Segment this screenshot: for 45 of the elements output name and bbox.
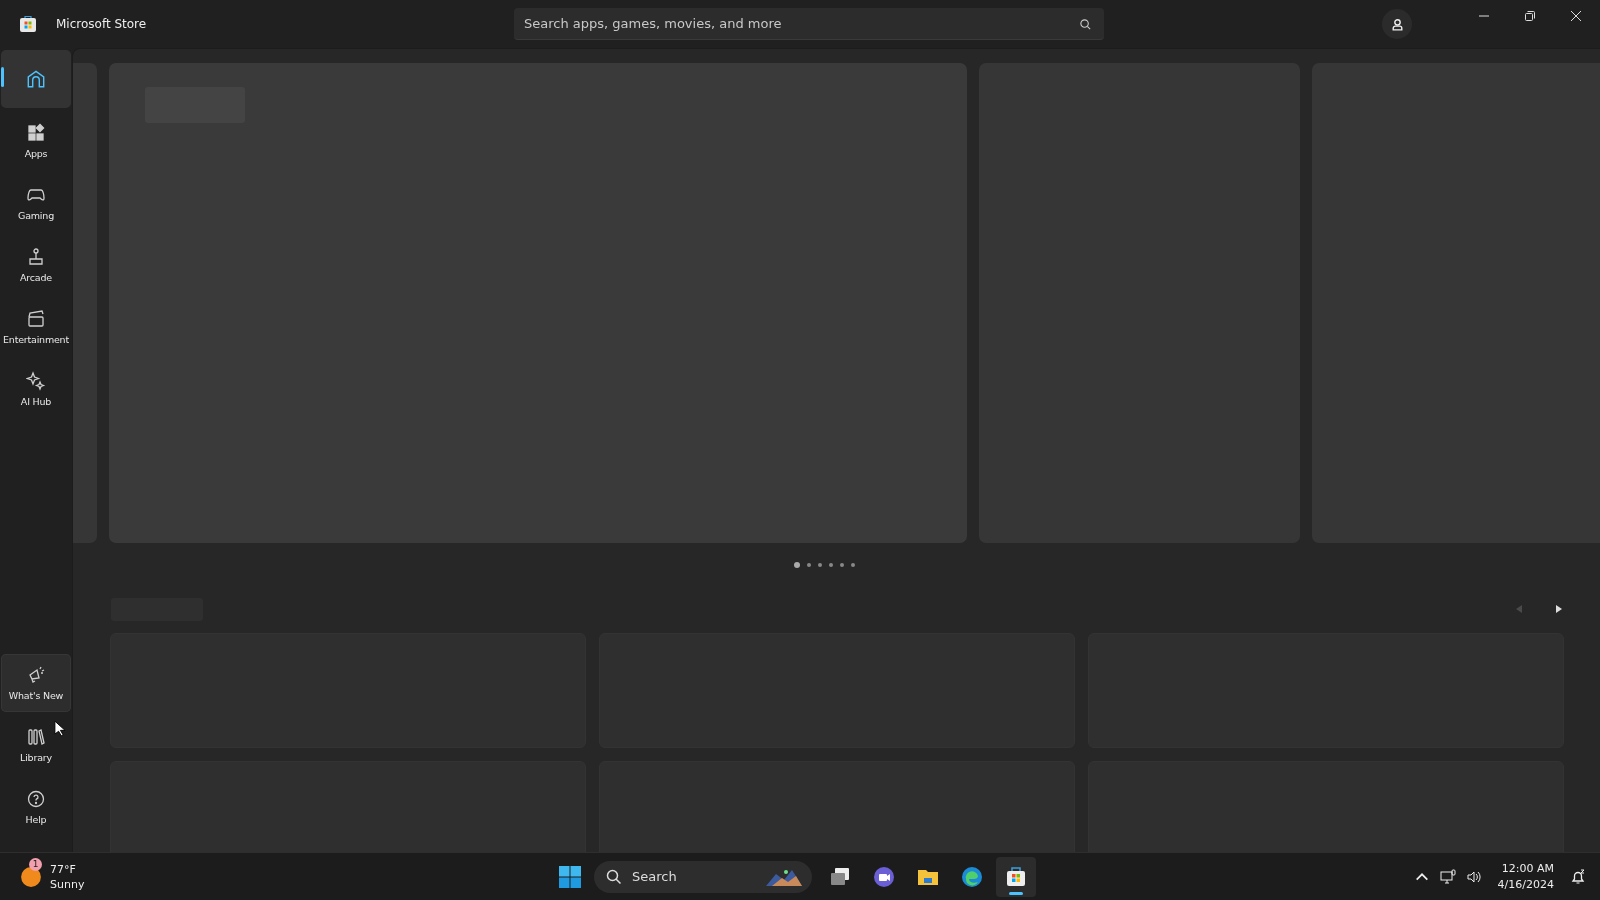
windows-logo-icon	[558, 864, 582, 889]
carousel-dot[interactable]	[794, 562, 800, 568]
nav-item[interactable]: Apps	[1, 112, 71, 170]
carousel-dot[interactable]	[807, 563, 811, 567]
account-button[interactable]	[1382, 9, 1412, 39]
search-field[interactable]: Search apps, games, movies, and more	[514, 8, 1104, 40]
window-title: Microsoft Store	[56, 17, 147, 31]
clock[interactable]: 12:00 AM 4/16/2024	[1497, 860, 1554, 893]
temperature: 77°F	[50, 861, 77, 877]
taskbar-search[interactable]: Search	[594, 860, 812, 893]
nav-item[interactable]: AI Hub	[1, 360, 71, 418]
nav-item[interactable]: Arcade	[1, 236, 71, 294]
carousel-dot[interactable]	[851, 563, 855, 567]
apps-grid-icon	[26, 123, 46, 143]
search-icon[interactable]	[1079, 18, 1092, 31]
nav-item[interactable]: Library	[1, 716, 71, 774]
nav-item[interactable]: Help	[1, 778, 71, 836]
sparkle-icon	[26, 371, 46, 391]
home-button[interactable]	[1, 50, 71, 108]
clapperboard-icon	[26, 309, 46, 329]
carousel-dot[interactable]	[840, 563, 844, 567]
books-icon	[26, 727, 46, 747]
store-logo-icon	[18, 14, 38, 34]
carousel-dot[interactable]	[818, 563, 822, 567]
weather-condition: Sunny	[50, 876, 85, 892]
nav-item[interactable]: What's New	[1, 654, 71, 712]
search-icon	[606, 868, 622, 885]
taskbar-app[interactable]	[996, 856, 1036, 897]
help-icon	[26, 789, 46, 809]
close-icon[interactable]	[1570, 10, 1582, 22]
home-icon	[25, 68, 47, 90]
browser-icon	[960, 864, 984, 889]
notification-bell-icon[interactable]	[1570, 868, 1586, 885]
sun-icon[interactable]	[20, 865, 42, 888]
nav-item[interactable]: Entertainment	[1, 298, 71, 356]
network-icon[interactable]	[1439, 868, 1456, 885]
store-bag-icon	[1004, 864, 1028, 889]
joystick-icon	[26, 247, 46, 267]
next-arrow-icon[interactable]	[1554, 604, 1564, 614]
nav-item[interactable]: Gaming	[1, 174, 71, 232]
restore-icon[interactable]	[1524, 10, 1536, 22]
mouse-cursor-icon	[54, 720, 65, 737]
video-camera-icon	[872, 864, 896, 889]
carousel-dot[interactable]	[829, 563, 833, 567]
notification-badge: 1	[29, 857, 42, 871]
